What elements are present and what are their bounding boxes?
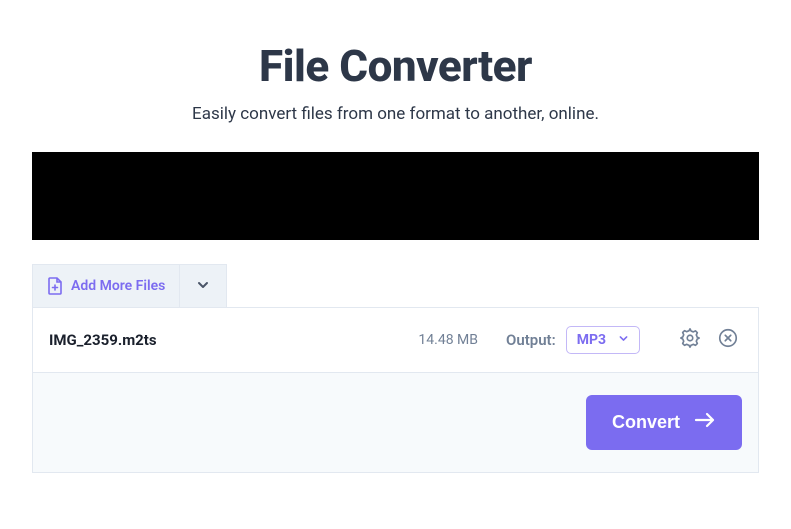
output-format-select[interactable]: MP3 (566, 326, 640, 354)
toolbar: Add More Files (32, 264, 227, 307)
page-subtitle: Easily convert files from one format to … (32, 104, 759, 124)
add-more-dropdown-button[interactable] (180, 265, 226, 307)
close-circle-icon (717, 327, 739, 353)
chevron-down-icon (618, 332, 629, 348)
remove-file-button[interactable] (714, 326, 742, 354)
file-add-icon (47, 277, 63, 295)
convert-button-label: Convert (612, 412, 680, 433)
chevron-down-icon (196, 277, 210, 296)
arrow-right-icon (694, 411, 716, 434)
ad-banner (32, 152, 759, 240)
file-name: IMG_2359.m2ts (49, 331, 418, 349)
gear-icon (679, 327, 701, 353)
output-label: Output: (506, 331, 556, 349)
file-row: IMG_2359.m2ts 14.48 MB Output: MP3 (32, 307, 759, 373)
output-format-value: MP3 (577, 332, 606, 348)
convert-button[interactable]: Convert (586, 395, 742, 450)
add-more-files-button[interactable]: Add More Files (33, 265, 180, 307)
page-title: File Converter (32, 40, 759, 92)
footer-actions: Convert (32, 373, 759, 473)
add-more-files-label: Add More Files (71, 278, 165, 294)
settings-button[interactable] (676, 326, 704, 354)
file-size: 14.48 MB (418, 332, 478, 348)
